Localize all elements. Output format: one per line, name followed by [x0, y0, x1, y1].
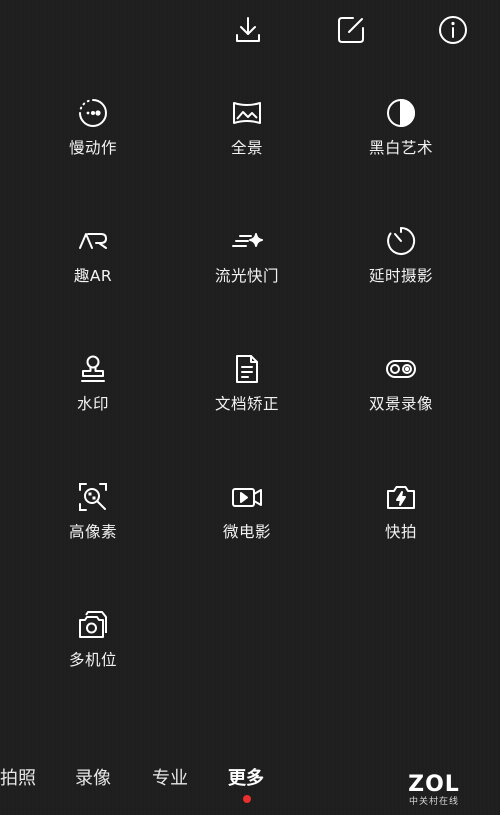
tab-photo[interactable]: 拍照: [0, 764, 36, 790]
movie-camera-icon: [230, 480, 264, 514]
download-icon[interactable]: [232, 14, 264, 46]
mode-quick-snap[interactable]: 快拍: [326, 480, 476, 570]
mode-label: 水印: [76, 395, 109, 413]
mode-document[interactable]: 文档矫正: [172, 352, 322, 442]
ar-icon: [76, 224, 110, 258]
tab-more[interactable]: 更多: [228, 764, 264, 790]
mode-label: 全景: [230, 139, 263, 157]
zol-watermark-logo: ZOL 中关村在线: [404, 774, 464, 808]
slow-motion-icon: [76, 96, 110, 130]
mode-label: 快拍: [384, 523, 417, 541]
mode-monochrome[interactable]: 黑白艺术: [326, 96, 476, 186]
mode-dual-view[interactable]: 双景录像: [326, 352, 476, 442]
mode-label: 高像素: [68, 523, 117, 541]
mode-light-painting[interactable]: 流光快门: [172, 224, 322, 314]
mode-label: 延时摄影: [368, 267, 433, 285]
mode-slow-motion[interactable]: 慢动作: [18, 96, 168, 186]
light-painting-icon: [230, 224, 264, 258]
dual-view-icon: [384, 352, 418, 386]
mode-high-resolution[interactable]: 高像素: [18, 480, 168, 570]
mode-label: 微电影: [222, 523, 271, 541]
top-bar: [0, 0, 500, 62]
mode-label: 多机位: [68, 651, 117, 669]
mode-label: 文档矫正: [214, 395, 279, 413]
multi-camera-icon: [76, 608, 110, 642]
mode-micro-movie[interactable]: 微电影: [172, 480, 322, 570]
mode-label: 慢动作: [68, 139, 117, 157]
mode-multi-camera[interactable]: 多机位: [18, 608, 168, 698]
mode-label: 双景录像: [368, 395, 433, 413]
document-icon: [230, 352, 264, 386]
tab-pro[interactable]: 专业: [152, 764, 188, 790]
mode-watermark[interactable]: 水印: [18, 352, 168, 442]
high-resolution-icon: [76, 480, 110, 514]
mode-time-lapse[interactable]: 延时摄影: [326, 224, 476, 314]
edit-icon[interactable]: [335, 14, 367, 46]
mode-ar[interactable]: 趣AR: [18, 224, 168, 314]
mode-panorama[interactable]: 全景: [172, 96, 322, 186]
panorama-icon: [230, 96, 264, 130]
watermark-stamp-icon: [76, 352, 110, 386]
info-icon[interactable]: [437, 14, 469, 46]
active-tab-indicator: [243, 795, 251, 803]
quick-snap-icon: [384, 480, 418, 514]
time-lapse-icon: [384, 224, 418, 258]
monochrome-icon: [384, 96, 418, 130]
mode-label: 趣AR: [73, 267, 113, 285]
watermark-main: ZOL: [408, 772, 460, 797]
mode-label: 流光快门: [214, 267, 279, 285]
bottom-mode-bar: 拍照 录像 专业 更多 ZOL 中关村在线: [0, 760, 500, 815]
mode-label: 黑白艺术: [368, 139, 433, 157]
watermark-sub: 中关村在线: [408, 797, 459, 807]
tab-video[interactable]: 录像: [75, 764, 111, 790]
